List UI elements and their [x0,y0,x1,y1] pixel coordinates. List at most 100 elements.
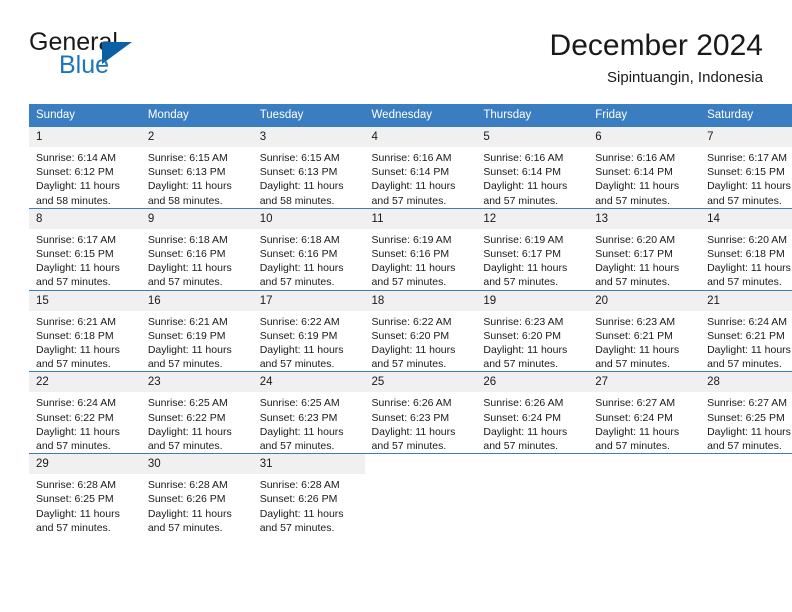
calendar-day-cell[interactable]: 2 Sunrise: 6:15 AM Sunset: 6:13 PM Daylight… [140,126,253,209]
sunrise-text: Sunrise: 6:25 AM [147,397,228,410]
calendar-day-cell[interactable]: 27 Sunrise: 6:27 AM Sunset: 6:24 PM Dayligh… [588,371,701,454]
calendar-day-cell[interactable]: 7 Sunrise: 6:17 AM Sunset: 6:15 PM Daylight… [700,126,792,209]
daylight-text: Daylight: 11 hours and 57 minutes. [36,262,120,289]
sunset-text: Sunset: 6:13 PM [147,166,226,179]
sunrise-text: Sunrise: 6:24 AM [707,315,788,328]
day-details: Sunrise: 6:25 AM Sunset: 6:22 PM Daylight:… [141,392,253,453]
calendar-cell-empty [476,453,589,536]
sunrise-text: Sunrise: 6:19 AM [483,233,564,246]
day-details: Sunrise: 6:26 AM Sunset: 6:23 PM Daylight:… [365,392,477,453]
day-number: 22 [29,372,141,393]
day-details: Sunrise: 6:14 AM Sunset: 6:12 PM Daylight:… [29,147,141,208]
calendar-day-cell[interactable]: 6 Sunrise: 6:16 AM Sunset: 6:14 PM Daylight… [588,126,701,209]
calendar-day-cell[interactable]: 10 Sunrise: 6:18 AM Sunset: 6:16 PM Dayligh… [252,207,365,291]
calendar-day-cell[interactable]: 3 Sunrise: 6:15 AM Sunset: 6:13 PM Daylight… [252,126,365,209]
daylight-text: Daylight: 11 hours and 57 minutes. [707,180,791,207]
calendar-day-cell[interactable]: 19 Sunrise: 6:23 AM Sunset: 6:20 PM Dayligh… [476,289,589,372]
calendar-table: Sunday Monday Tuesday Wednesday Thursday… [29,104,792,536]
sunset-text: Sunset: 6:20 PM [371,329,450,342]
day-details: Sunrise: 6:19 AM Sunset: 6:16 PM Daylight:… [365,229,477,290]
sunrise-text: Sunrise: 6:22 AM [371,315,452,328]
day-number: 15 [29,290,141,311]
calendar-day-cell[interactable]: 16 Sunrise: 6:21 AM Sunset: 6:19 PM Dayligh… [140,289,253,372]
page-header: General Blue December 2024 Sipintuangin,… [29,28,763,94]
day-number: 29 [29,454,141,475]
day-details: Sunrise: 6:28 AM Sunset: 6:25 PM Daylight:… [29,474,141,535]
daylight-text: Daylight: 11 hours and 57 minutes. [595,262,680,289]
day-number: 28 [700,372,792,393]
calendar-day-cell[interactable]: 23 Sunrise: 6:25 AM Sunset: 6:22 PM Dayligh… [140,371,253,454]
calendar-day-cell[interactable]: 14 Sunrise: 6:20 AM Sunset: 6:18 PM Dayligh… [700,207,792,291]
day-number: 3 [252,127,365,147]
sunset-text: Sunset: 6:21 PM [707,329,785,342]
calendar-grid: Sunday Monday Tuesday Wednesday Thursday… [29,104,792,536]
logo-text-blue: Blue [59,51,110,79]
sunrise-text: Sunrise: 6:21 AM [36,315,116,328]
calendar-day-cell[interactable]: 9 Sunrise: 6:18 AM Sunset: 6:16 PM Daylight… [140,207,253,291]
calendar-day-cell[interactable]: 28 Sunrise: 6:27 AM Sunset: 6:25 PM Dayligh… [700,371,792,454]
daylight-text: Daylight: 11 hours and 57 minutes. [595,425,680,453]
sunset-text: Sunset: 6:21 PM [595,329,673,342]
daylight-text: Daylight: 11 hours and 58 minutes. [36,180,120,207]
general-blue-logo[interactable]: General Blue [29,28,259,88]
day-details: Sunrise: 6:18 AM Sunset: 6:16 PM Daylight:… [253,229,365,290]
calendar-day-cell[interactable]: 26 Sunrise: 6:26 AM Sunset: 6:24 PM Dayligh… [476,371,589,454]
day-number [365,454,477,460]
sunset-text: Sunset: 6:17 PM [595,248,673,261]
day-number: 5 [476,127,589,147]
calendar-day-cell[interactable]: 22 Sunrise: 6:24 AM Sunset: 6:22 PM Dayligh… [29,371,141,454]
calendar-day-cell[interactable]: 11 Sunrise: 6:19 AM Sunset: 6:16 PM Dayligh… [364,207,477,291]
daylight-text: Daylight: 11 hours and 57 minutes. [371,180,456,207]
sunset-text: Sunset: 6:22 PM [147,411,226,424]
day-number: 9 [140,208,253,229]
day-number: 7 [700,127,792,147]
weekday-header-tuesday: Tuesday [252,104,365,127]
calendar-day-cell[interactable]: 18 Sunrise: 6:22 AM Sunset: 6:20 PM Dayligh… [364,289,477,372]
day-number [588,454,700,460]
day-details: Sunrise: 6:28 AM Sunset: 6:26 PM Daylight:… [141,474,253,535]
day-details: Sunrise: 6:17 AM Sunset: 6:15 PM Daylight:… [700,147,792,208]
calendar-day-cell[interactable]: 17 Sunrise: 6:22 AM Sunset: 6:19 PM Dayligh… [252,289,365,372]
weekday-header-friday: Friday [588,104,701,127]
calendar-day-cell[interactable]: 25 Sunrise: 6:26 AM Sunset: 6:23 PM Dayligh… [364,371,477,454]
calendar-day-cell[interactable]: 8 Sunrise: 6:17 AM Sunset: 6:15 PM Daylight… [29,207,141,291]
weekday-header-thursday: Thursday [476,104,589,127]
sunset-text: Sunset: 6:15 PM [36,248,114,261]
calendar-day-cell[interactable]: 30 Sunrise: 6:28 AM Sunset: 6:26 PM Dayligh… [140,453,253,536]
calendar-day-cell[interactable]: 5 Sunrise: 6:16 AM Sunset: 6:14 PM Daylight… [476,126,589,209]
sunset-text: Sunset: 6:24 PM [595,411,673,424]
calendar-day-cell[interactable]: 12 Sunrise: 6:19 AM Sunset: 6:17 PM Dayligh… [476,207,589,291]
sunset-text: Sunset: 6:18 PM [707,248,785,261]
day-number: 20 [588,290,701,311]
sunrise-text: Sunrise: 6:14 AM [36,152,116,164]
daylight-text: Daylight: 11 hours and 57 minutes. [707,262,791,289]
calendar-day-cell[interactable]: 1 Sunrise: 6:14 AM Sunset: 6:12 PM Daylight… [29,126,141,209]
page-title: December 2024 [549,29,763,62]
sunset-text: Sunset: 6:26 PM [147,493,226,506]
calendar-day-cell[interactable]: 4 Sunrise: 6:16 AM Sunset: 6:14 PM Daylight… [364,126,477,209]
calendar-day-cell[interactable]: 24 Sunrise: 6:25 AM Sunset: 6:23 PM Dayligh… [252,371,365,454]
calendar-day-cell[interactable]: 20 Sunrise: 6:23 AM Sunset: 6:21 PM Dayligh… [588,289,701,372]
calendar-week-row: 8 Sunrise: 6:17 AM Sunset: 6:15 PM Daylight… [29,207,792,291]
sunrise-text: Sunrise: 6:23 AM [483,315,564,328]
daylight-text: Daylight: 11 hours and 57 minutes. [147,344,232,371]
sunrise-text: Sunrise: 6:17 AM [36,233,116,246]
day-number: 17 [252,290,365,311]
daylight-text: Daylight: 11 hours and 57 minutes. [483,344,568,371]
day-details: Sunrise: 6:26 AM Sunset: 6:24 PM Daylight:… [476,392,588,453]
calendar-day-cell[interactable]: 31 Sunrise: 6:28 AM Sunset: 6:26 PM Dayligh… [252,453,365,536]
sunrise-text: Sunrise: 6:15 AM [259,152,340,164]
sunset-text: Sunset: 6:14 PM [483,166,562,179]
day-number: 2 [140,127,253,147]
day-number: 18 [364,290,477,311]
day-number: 11 [364,208,477,229]
day-details: Sunrise: 6:15 AM Sunset: 6:13 PM Daylight:… [141,147,253,208]
day-number: 8 [29,208,141,229]
day-details: Sunrise: 6:25 AM Sunset: 6:23 PM Daylight:… [253,392,365,453]
calendar-day-cell[interactable]: 15 Sunrise: 6:21 AM Sunset: 6:18 PM Dayligh… [29,289,141,372]
sunset-text: Sunset: 6:20 PM [483,329,562,342]
calendar-day-cell[interactable]: 29 Sunrise: 6:28 AM Sunset: 6:25 PM Dayligh… [29,453,141,536]
calendar-day-cell[interactable]: 13 Sunrise: 6:20 AM Sunset: 6:17 PM Dayligh… [588,207,701,291]
calendar-day-cell[interactable]: 21 Sunrise: 6:24 AM Sunset: 6:21 PM Dayligh… [700,289,792,372]
sunrise-text: Sunrise: 6:20 AM [707,233,788,246]
